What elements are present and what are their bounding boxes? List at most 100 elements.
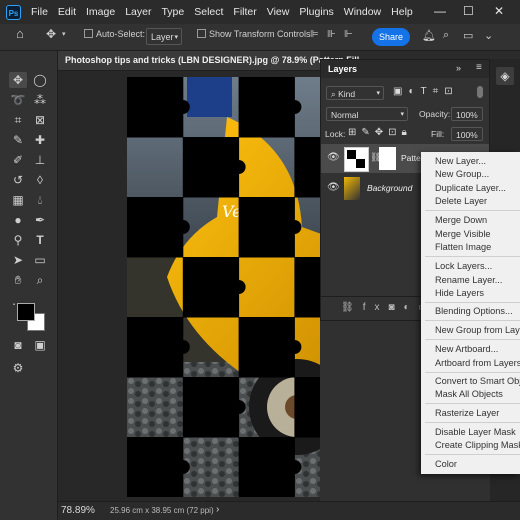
menu-image[interactable]: Image	[86, 6, 115, 18]
align-left-icon[interactable]: ⊫	[310, 29, 319, 40]
status-bar: 78.89% 25.96 cm x 38.95 cm (72 ppi) ›	[58, 501, 520, 520]
menu-new-artboard[interactable]: New Artboard...	[435, 344, 498, 354]
menu-layer[interactable]: Layer	[125, 6, 151, 18]
menu-file[interactable]: File	[31, 6, 48, 18]
align-right-icon[interactable]: ⊩	[344, 29, 353, 40]
menu-new-group-from-layers[interactable]: New Group from Layers	[435, 325, 520, 335]
screen-mode-icon[interactable]: ▣	[31, 337, 49, 353]
menu-create-clipping-mask[interactable]: Create Clipping Mask	[435, 440, 520, 450]
move-tool-icon[interactable]: ✥	[9, 72, 27, 88]
zoom-level[interactable]: 78.89%	[61, 505, 95, 516]
document-tab[interactable]: Photoshop tips and tricks (LBN DESIGNER)…	[58, 51, 359, 71]
menu-disable-layer-mask[interactable]: Disable Layer Mask	[435, 427, 516, 437]
brush-icon[interactable]: ✐	[9, 152, 27, 168]
menu-help[interactable]: Help	[391, 6, 413, 18]
share-button[interactable]: Share	[372, 28, 410, 46]
menu-convert-smart-object[interactable]: Convert to Smart Object	[435, 376, 520, 386]
search-icon[interactable]: ⌕	[443, 29, 449, 42]
menu-flatten-image[interactable]: Flatten Image	[435, 242, 491, 252]
lasso-icon[interactable]: ➰	[9, 92, 27, 108]
magic-wand-icon[interactable]: ⁂	[31, 92, 49, 108]
pen-icon[interactable]: ✒	[31, 212, 49, 228]
chevron-down-icon[interactable]: ▾	[62, 30, 66, 38]
menu-separator	[425, 372, 520, 373]
quick-mask-icon[interactable]: ◙	[9, 337, 27, 353]
pen-tool-icon[interactable]: ⚲	[9, 232, 27, 248]
opacity-input[interactable]: 100%	[451, 107, 483, 121]
frame-icon[interactable]: ⊠	[31, 112, 49, 128]
transform-controls-label: Show Transform Controls	[209, 29, 311, 39]
layers-panel-icon[interactable]: ◈	[496, 67, 514, 85]
menu-new-layer[interactable]: New Layer...	[435, 156, 486, 166]
blur-icon[interactable]: 💧︎	[31, 192, 49, 208]
opacity-label: Opacity:	[419, 109, 451, 119]
filter-toggle[interactable]	[477, 86, 483, 98]
eyedropper-icon[interactable]: ✎	[9, 132, 27, 148]
panel-menu-icon[interactable]: ≡	[476, 62, 482, 73]
hand-tool-icon[interactable]: ✋︎	[9, 272, 27, 288]
rectangle-tool-icon[interactable]: ▭	[31, 252, 49, 268]
menu-view[interactable]: View	[267, 6, 290, 18]
menu-artboard-from-layers[interactable]: Artboard from Layers...	[435, 358, 520, 368]
cloud-tool-icon[interactable]: ⚙	[9, 360, 27, 376]
path-selection-icon[interactable]: ➤	[9, 252, 27, 268]
layer-filter-icons[interactable]: ▣◐T⌗⊡	[393, 86, 459, 97]
document-dimensions: 25.96 cm x 38.95 cm (72 ppi)	[110, 506, 214, 515]
menu-delete-layer[interactable]: Delete Layer	[435, 196, 487, 206]
lock-icons[interactable]: ⊞✎✥⊡🔒︎	[348, 127, 412, 138]
menu-window[interactable]: Window	[344, 6, 381, 18]
foreground-color-swatch[interactable]	[17, 303, 35, 321]
bell-icon[interactable]: 🔔︎	[422, 29, 436, 42]
maximize-button[interactable]: ☐	[463, 4, 474, 18]
close-button[interactable]: ✕	[494, 4, 504, 18]
menu-blending-options[interactable]: Blending Options...	[435, 306, 513, 316]
chevron-right-icon[interactable]: ›	[216, 504, 219, 515]
menu-plugins[interactable]: Plugins	[299, 6, 333, 18]
layers-panel-header: Layers » ≡	[321, 60, 489, 78]
dodge-icon[interactable]: ●	[9, 212, 27, 228]
menu-merge-down[interactable]: Merge Down	[435, 215, 487, 225]
menu-lock-layers[interactable]: Lock Layers...	[435, 261, 492, 271]
layers-tab[interactable]: Layers	[328, 64, 357, 74]
menu-duplicate-layer[interactable]: Duplicate Layer...	[435, 183, 506, 193]
layer-select-dropdown[interactable]: Layer ▾	[146, 28, 182, 45]
menu-filter[interactable]: Filter	[233, 6, 256, 18]
fill-input[interactable]: 100%	[451, 127, 483, 141]
options-bar: ⌂ ✥ ▾ Auto-Select: Layer ▾ Show Transform…	[0, 24, 520, 51]
crop-icon[interactable]: ⌗	[9, 112, 27, 128]
eye-icon[interactable]: 👁︎	[327, 182, 340, 193]
menu-type[interactable]: Type	[161, 6, 184, 18]
menu-new-group[interactable]: New Group...	[435, 169, 489, 179]
menu-hide-layers[interactable]: Hide Layers	[435, 288, 484, 298]
chevron-down-icon: ▾	[174, 34, 178, 41]
stamp-icon[interactable]: ⊥	[31, 152, 49, 168]
healing-brush-icon[interactable]: ✚	[31, 132, 49, 148]
workspace-icon[interactable]: ▭	[463, 29, 473, 42]
menu-color[interactable]: Color	[435, 459, 457, 469]
move-tool-icon[interactable]: ✥	[46, 27, 56, 41]
minimize-button[interactable]: —	[434, 4, 446, 18]
eye-icon[interactable]: 👁︎	[327, 152, 340, 163]
home-icon[interactable]: ⌂	[16, 26, 24, 41]
menu-edit[interactable]: Edit	[58, 6, 76, 18]
auto-select-checkbox[interactable]: Auto-Select:	[84, 29, 145, 39]
gradient-icon[interactable]: ▦	[9, 192, 27, 208]
collapse-icon[interactable]: »	[456, 63, 461, 73]
chevron-down-icon[interactable]: ⌄	[484, 29, 493, 42]
transform-controls-checkbox[interactable]: Show Transform Controls	[197, 29, 311, 39]
align-center-icon[interactable]: ⊪	[327, 29, 336, 40]
pattern-thumbnail	[344, 147, 369, 172]
ellipse-marquee-icon[interactable]: ◯	[31, 72, 49, 88]
menu-rasterize-layer[interactable]: Rasterize Layer	[435, 408, 499, 418]
eraser-icon[interactable]: ◊	[31, 172, 49, 188]
menu-select[interactable]: Select	[194, 6, 223, 18]
menu-mask-all-objects[interactable]: Mask All Objects	[435, 389, 503, 399]
menu-merge-visible[interactable]: Merge Visible	[435, 229, 491, 239]
zoom-tool-icon[interactable]: ⌕	[31, 272, 49, 288]
layer-mask-thumbnail[interactable]	[379, 147, 396, 170]
menu-rename-layer[interactable]: Rename Layer...	[435, 275, 502, 285]
blend-mode-select[interactable]: Normal ▾	[326, 107, 408, 121]
layer-filter-kind[interactable]: ⌕ Kind ▾	[326, 86, 384, 100]
type-tool-icon[interactable]: T	[31, 232, 49, 248]
history-brush-icon[interactable]: ↺	[9, 172, 27, 188]
